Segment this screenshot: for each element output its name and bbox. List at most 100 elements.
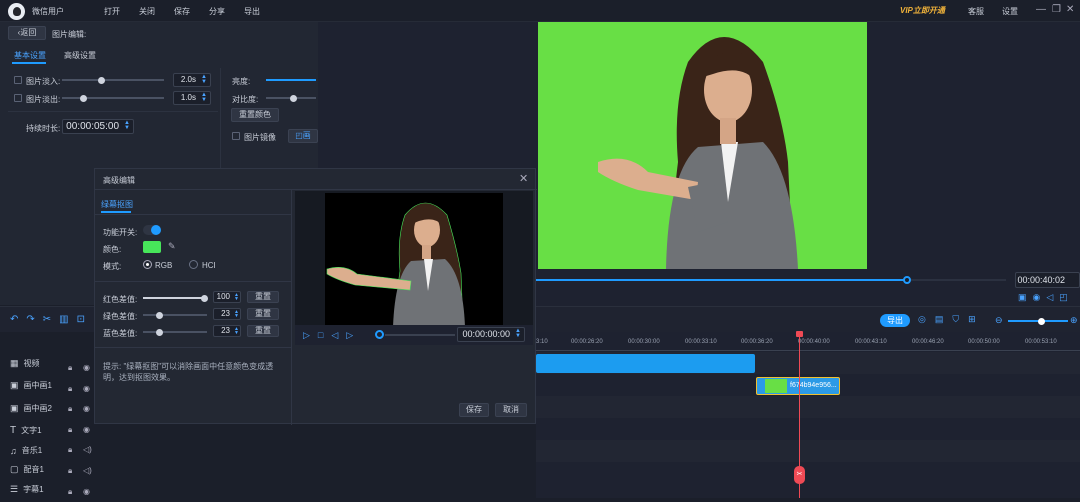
preview-tools[interactable]: ▣◉◁◰ — [1018, 292, 1074, 303]
minimize-icon[interactable]: — — [1036, 4, 1046, 15]
fade-out-checkbox[interactable] — [14, 94, 22, 102]
close-window-icon[interactable]: ✕ — [1066, 4, 1074, 15]
edit-tools[interactable]: ↶↷✂▥⊡ — [10, 314, 93, 325]
mirror-label: 图片镜像 — [244, 133, 276, 142]
menu-share[interactable]: 分享 — [209, 6, 225, 17]
track-pip1[interactable]: ▣ 画中画1 — [10, 380, 52, 391]
green-reset-button[interactable]: 重置 — [247, 308, 279, 320]
color-label: 颜色: — [103, 245, 122, 254]
maximize-icon[interactable]: ❐ — [1052, 4, 1061, 15]
zoom-out-icon[interactable]: ⊖ — [995, 315, 1003, 326]
brightness-slider[interactable] — [266, 79, 316, 81]
reset-color-button[interactable]: 重置颜色 — [231, 108, 279, 122]
mode-hci-radio[interactable] — [189, 260, 198, 269]
brightness-label: 亮度: — [232, 77, 251, 86]
tab-underline — [12, 62, 46, 64]
vip-button[interactable]: VIP立即开通 — [900, 5, 945, 16]
duration-input[interactable]: 00:00:05:00 ▲ ▼ — [62, 119, 134, 134]
dialog-time[interactable]: 00:00:00:00 ▲ ▼ — [457, 327, 525, 342]
menu-export[interactable]: 导出 — [244, 6, 260, 17]
playhead-handle[interactable] — [796, 331, 803, 337]
green-diff-label: 绿色差值: — [103, 312, 138, 321]
avatar[interactable] — [8, 3, 25, 20]
ruler-tick: 00:00:36:20 — [741, 339, 773, 345]
dialog-player-bar: ▷□◁▷ 00:00:00:00 ▲ ▼ — [295, 325, 533, 345]
fade-out-slider[interactable] — [62, 94, 164, 102]
track-subtitle[interactable]: ☰ 字幕1 — [10, 484, 44, 495]
ruler-tick: 00:00:46:20 — [912, 339, 944, 345]
green-diff-slider[interactable] — [143, 311, 207, 319]
dialog-close-icon[interactable]: ✕ — [519, 172, 528, 185]
track-voice[interactable]: ▢ 配音1 — [10, 464, 44, 475]
back-button[interactable]: ‹返回 — [8, 26, 46, 40]
blue-reset-button[interactable]: 重置 — [247, 325, 279, 337]
track-headers: ▦ 视频 ▣ 画中画1 ▣ 画中画2 T 文字1 ♫ 音乐1 ▢ 配音1 ☰ 字幕1 🔒︎ 🔒︎… — [0, 352, 100, 498]
ruler-tick: 00:00:50:00 — [968, 339, 1000, 345]
zoom-in-icon[interactable]: ⊕ — [1070, 315, 1078, 326]
menu-save[interactable]: 保存 — [174, 6, 190, 17]
player-progress[interactable] — [385, 334, 455, 336]
fade-in-slider[interactable] — [62, 76, 164, 84]
track-visibility-icons[interactable]: ◉ ◉ ◉ ◉ ◁) ◁) ◉ — [83, 358, 92, 502]
dialog-title: 高级编辑 — [103, 176, 135, 185]
fade-in-input[interactable]: 2.0s ▲ ▼ — [173, 73, 211, 87]
eyedropper-icon[interactable]: ✎ — [168, 241, 176, 252]
fade-in-label: 图片淡入: — [26, 77, 61, 86]
player-controls[interactable]: ▷□◁▷ — [303, 330, 361, 341]
preview-image — [538, 22, 867, 269]
service-button[interactable]: 客服 — [968, 6, 984, 17]
green-diff-input[interactable]: 23 ▲ ▼ — [213, 308, 241, 320]
dialog-cancel-button[interactable]: 取消 — [495, 403, 527, 417]
menu-close[interactable]: 关闭 — [139, 6, 155, 17]
contrast-slider[interactable] — [266, 94, 316, 102]
red-reset-button[interactable]: 重置 — [247, 291, 279, 303]
enable-label: 功能开关: — [103, 228, 138, 237]
blue-diff-input[interactable]: 23 ▲ ▼ — [213, 325, 241, 337]
fade-out-input[interactable]: 1.0s ▲ ▼ — [173, 91, 211, 105]
contrast-label: 对比度: — [232, 95, 259, 104]
track-lock-icons[interactable]: 🔒︎ 🔒︎ 🔒︎ 🔒︎ 🔒︎ 🔒︎ 🔒︎ — [68, 358, 72, 502]
settings-button[interactable]: 设置 — [1002, 6, 1018, 17]
mode-rgb-label: RGB — [155, 261, 173, 270]
playhead-cut-icon[interactable]: ✂ — [794, 466, 805, 484]
export-button[interactable]: 导出 — [880, 314, 910, 327]
pip-clip[interactable]: f674b94e956... — [756, 377, 840, 395]
more-button[interactable]: ◰画 — [288, 129, 318, 143]
track-video[interactable]: ▦ 视频 — [10, 358, 40, 369]
player-progress-knob[interactable] — [375, 330, 384, 339]
enable-toggle[interactable] — [143, 225, 161, 235]
dialog-save-button[interactable]: 保存 — [459, 403, 489, 417]
timeline-tracks: f674b94e956... — [536, 332, 1080, 498]
preview-time[interactable]: 00:00:40:02 — [1015, 272, 1080, 288]
video-clip[interactable] — [536, 354, 755, 373]
zoom-slider[interactable] — [1008, 317, 1068, 325]
red-diff-label: 红色差值: — [103, 295, 138, 304]
divider — [8, 111, 218, 112]
mode-rgb-radio[interactable] — [143, 260, 152, 269]
title-bar: 微信用户 打开 关闭 保存 分享 导出 VIP立即开通 客服 设置 — ❐ ✕ — [0, 0, 1080, 22]
track-music[interactable]: ♫ 音乐1 — [10, 445, 42, 456]
dialog-preview-bg — [295, 191, 533, 327]
woman-photo — [598, 37, 798, 269]
preview-progress[interactable] — [536, 276, 1006, 284]
tab-basic[interactable]: 基本设置 — [14, 50, 46, 61]
blue-diff-label: 蓝色差值: — [103, 329, 138, 338]
key-color-swatch[interactable] — [143, 241, 161, 253]
mode-hci-label: HCI — [202, 261, 216, 270]
mirror-checkbox[interactable] — [232, 132, 240, 140]
tab-advanced[interactable]: 高级设置 — [64, 50, 96, 61]
red-diff-slider[interactable] — [143, 294, 208, 302]
dialog-tip: 提示: "绿幕抠图"可以消除画面中任意颜色变成透明，达到抠图效果。 — [103, 362, 274, 382]
tab-greenscreen[interactable]: 绿幕抠图 — [101, 199, 133, 210]
timeline-tools[interactable]: ◎▤⛉⊞ — [918, 314, 985, 325]
red-diff-input[interactable]: 100 ▲ ▼ — [213, 291, 241, 303]
track-text[interactable]: T 文字1 — [10, 425, 42, 436]
clip-label: f674b94e956... — [790, 382, 837, 389]
clip-thumbnail — [765, 379, 787, 393]
track-pip2[interactable]: ▣ 画中画2 — [10, 403, 52, 414]
user-name[interactable]: 微信用户 — [32, 6, 64, 17]
blue-diff-slider[interactable] — [143, 328, 207, 336]
ruler-tick: 00:00:40:00 — [798, 339, 830, 345]
menu-open[interactable]: 打开 — [104, 6, 120, 17]
fade-in-checkbox[interactable] — [14, 76, 22, 84]
